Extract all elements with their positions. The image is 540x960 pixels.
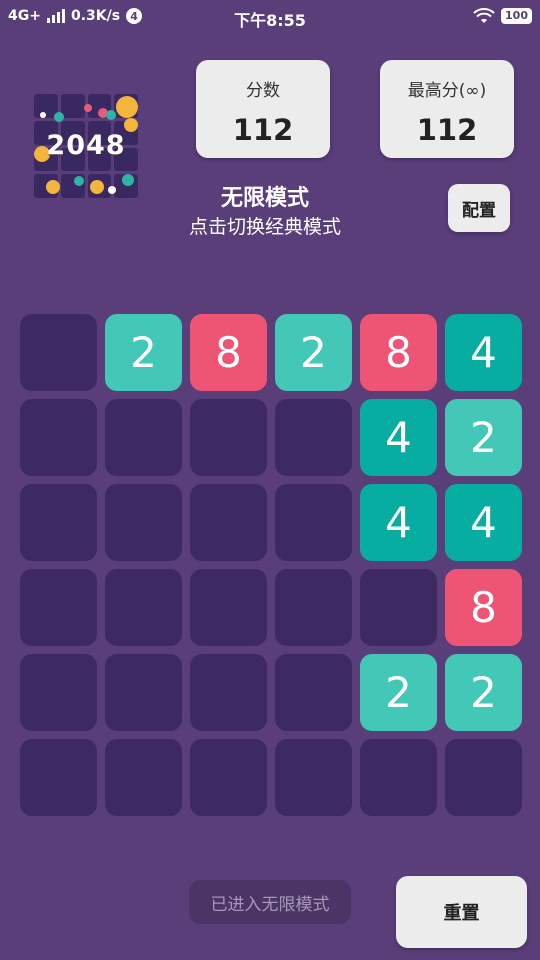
empty-cell bbox=[360, 739, 437, 816]
empty-cell bbox=[190, 484, 267, 561]
tile-2: 2 bbox=[445, 399, 522, 476]
mode-title[interactable]: 无限模式 bbox=[165, 180, 365, 212]
tile-8: 8 bbox=[445, 569, 522, 646]
best-score-box: 最高分(∞) 112 bbox=[380, 60, 514, 158]
best-score-label: 最高分(∞) bbox=[407, 81, 487, 101]
empty-cell bbox=[105, 739, 182, 816]
game-board[interactable]: 282844244822 bbox=[20, 314, 522, 816]
empty-cell bbox=[20, 314, 97, 391]
empty-cell bbox=[20, 484, 97, 561]
reset-button[interactable]: 重置 bbox=[396, 876, 527, 948]
toast-message: 已进入无限模式 bbox=[189, 880, 351, 924]
empty-cell bbox=[105, 399, 182, 476]
tile-4: 4 bbox=[445, 314, 522, 391]
empty-cell bbox=[445, 739, 522, 816]
empty-cell bbox=[190, 739, 267, 816]
empty-cell bbox=[275, 569, 352, 646]
empty-cell bbox=[275, 739, 352, 816]
tile-8: 8 bbox=[190, 314, 267, 391]
mode-toggle-hint[interactable]: 点击切换经典模式 bbox=[165, 212, 365, 239]
empty-cell bbox=[105, 654, 182, 731]
config-button[interactable]: 配置 bbox=[448, 184, 510, 232]
tile-2: 2 bbox=[275, 314, 352, 391]
empty-cell bbox=[190, 399, 267, 476]
empty-cell bbox=[20, 569, 97, 646]
empty-cell bbox=[360, 569, 437, 646]
battery-icon: 100 bbox=[501, 8, 532, 24]
empty-cell bbox=[20, 739, 97, 816]
score-value: 112 bbox=[232, 113, 294, 147]
tile-4: 4 bbox=[360, 484, 437, 561]
logo-text: 2048 bbox=[46, 130, 126, 161]
best-score-value: 112 bbox=[416, 113, 478, 147]
empty-cell bbox=[105, 569, 182, 646]
tile-2: 2 bbox=[105, 314, 182, 391]
status-time: 下午8:55 bbox=[234, 11, 306, 30]
score-box: 分数 112 bbox=[196, 60, 330, 158]
empty-cell bbox=[20, 654, 97, 731]
empty-cell bbox=[190, 654, 267, 731]
score-label: 分数 bbox=[246, 81, 280, 101]
empty-cell bbox=[105, 484, 182, 561]
empty-cell bbox=[275, 654, 352, 731]
empty-cell bbox=[275, 484, 352, 561]
empty-cell bbox=[275, 399, 352, 476]
tile-8: 8 bbox=[360, 314, 437, 391]
wifi-icon bbox=[473, 8, 495, 23]
empty-cell bbox=[20, 399, 97, 476]
tile-2: 2 bbox=[445, 654, 522, 731]
tile-4: 4 bbox=[445, 484, 522, 561]
tile-2: 2 bbox=[360, 654, 437, 731]
tile-4: 4 bbox=[360, 399, 437, 476]
status-bar: 4G+ 0.3K/s 4 下午8:55 100 bbox=[0, 0, 540, 36]
status-right: 100 bbox=[473, 8, 532, 24]
app-logo: 2048 bbox=[34, 94, 138, 198]
empty-cell bbox=[190, 569, 267, 646]
